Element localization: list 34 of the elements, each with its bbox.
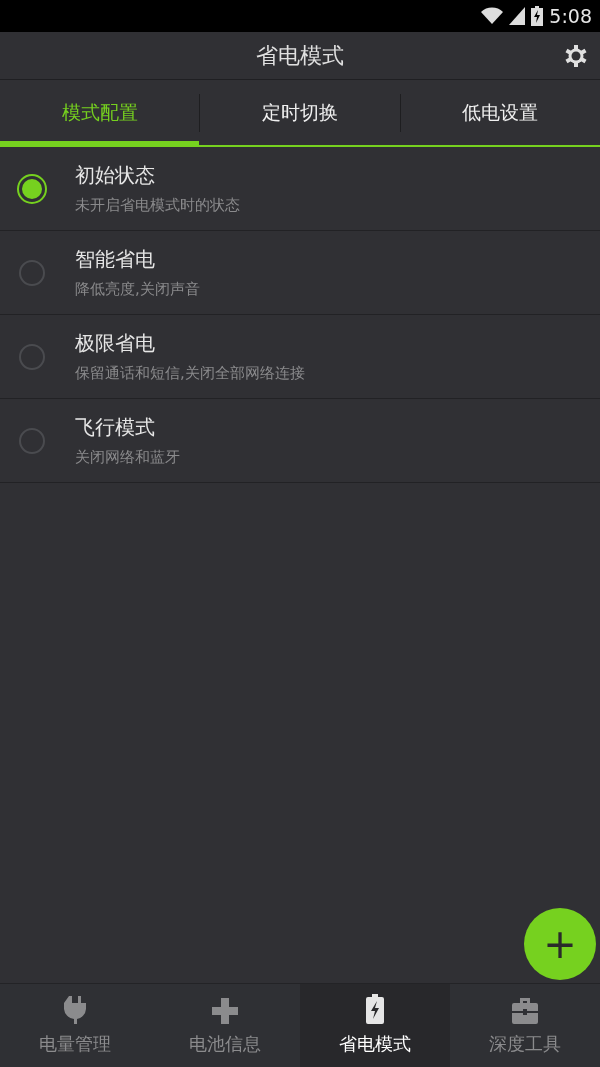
settings-icon[interactable] [565,45,587,67]
status-time: 5:08 [549,3,592,29]
radio-button[interactable] [17,173,47,204]
tab[interactable]: 定时切换 [200,80,400,145]
nav-tab[interactable]: 电池信息 [150,984,300,1067]
mode-description: 保留通话和短信,关闭全部网络连接 [75,363,305,383]
tab[interactable]: 低电设置 [400,80,600,145]
mode-row[interactable]: 初始状态 未开启省电模式时的状态 [0,147,600,231]
mode-title: 智能省电 [75,246,156,272]
signal-icon [509,7,526,25]
plug-icon [64,996,86,1024]
nav-tab[interactable]: 电量管理 [0,984,150,1067]
mode-description: 未开启省电模式时的状态 [75,195,240,215]
add-button[interactable]: + [524,908,596,980]
radio-button[interactable] [19,343,45,370]
mode-description: 降低亮度,关闭声音 [75,279,200,299]
toolbox-icon [512,998,538,1024]
mode-description: 关闭网络和蓝牙 [75,447,180,467]
plus-icon [212,998,238,1024]
tab[interactable]: 模式配置 [0,80,200,145]
screen-title: 省电模式 [256,42,344,70]
mode-title: 飞行模式 [75,414,156,440]
battery-bolt-icon [366,994,384,1024]
nav-tab[interactable]: 深度工具 [450,984,600,1067]
mode-row[interactable]: 极限省电 保留通话和短信,关闭全部网络连接 [0,315,600,399]
nav-tab[interactable]: 省电模式 [300,984,450,1067]
mode-title: 极限省电 [75,330,156,356]
radio-button[interactable] [19,427,45,454]
mode-title: 初始状态 [75,162,156,188]
mode-row[interactable]: 智能省电 降低亮度,关闭声音 [0,231,600,315]
radio-button[interactable] [19,259,45,286]
battery-icon [531,6,544,26]
mode-row[interactable]: 飞行模式 关闭网络和蓝牙 [0,399,600,483]
wifi-icon [481,7,504,25]
